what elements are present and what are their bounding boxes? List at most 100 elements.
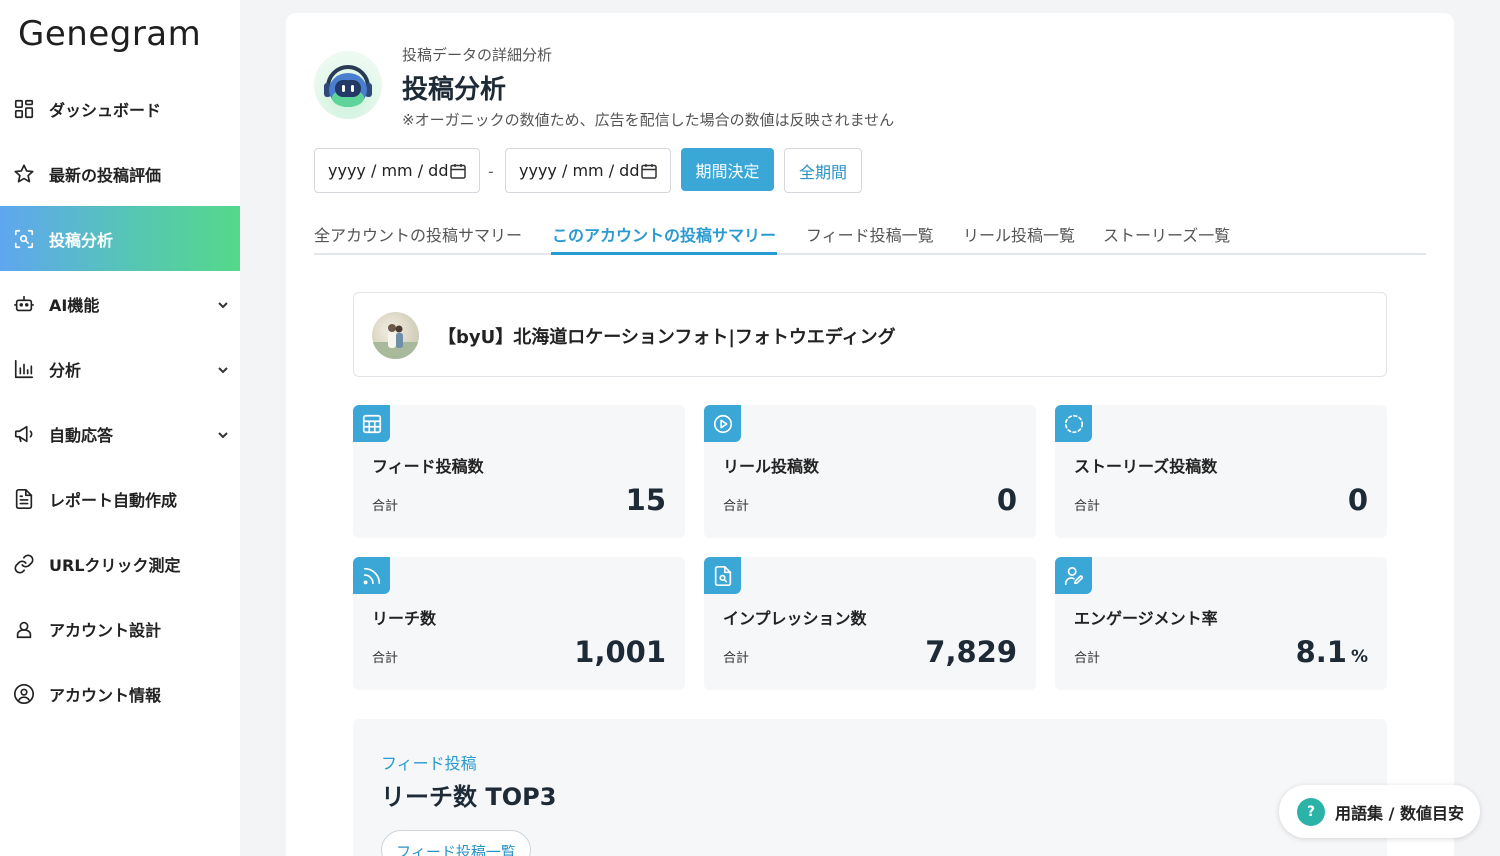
app-logo[interactable]: Genegram <box>18 14 201 54</box>
sidebar-item-label: アカウント情報 <box>49 685 162 705</box>
sidebar-item-label: 投稿分析 <box>49 230 114 250</box>
page-subtitle: 投稿データの詳細分析 <box>402 46 553 64</box>
stat-label: 合計 <box>723 499 750 514</box>
stat-value: 15 <box>626 483 666 517</box>
feed-posts-list-button[interactable]: フィード投稿一覧 <box>381 830 531 856</box>
page-note: ※オーガニックの数値ため、広告を配信した場合の数値は反映されません <box>402 111 895 129</box>
couple-photo-icon <box>372 324 419 359</box>
start-date-placeholder: yyyy / mm / dd <box>328 161 449 180</box>
page-title: 投稿分析 <box>402 75 507 105</box>
sidebar-item-auto-reply[interactable]: 自動応答 <box>0 401 240 466</box>
sidebar-item-label: 自動応答 <box>49 425 114 445</box>
sidebar-item-account-info[interactable]: アカウント情報 <box>0 661 240 726</box>
user-pin-icon <box>12 617 36 641</box>
stat-number: 0 <box>1347 483 1368 517</box>
end-date-input[interactable]: yyyy / mm / dd <box>505 148 671 193</box>
robot-mascot-icon <box>324 65 372 107</box>
stat-label: 合計 <box>723 651 750 666</box>
grid-icon <box>12 97 36 121</box>
sidebar-item-ai[interactable]: AI機能 <box>0 271 240 336</box>
sidebar-item-label: 分析 <box>49 360 82 380</box>
main-panel: 投稿データの詳細分析 投稿分析 ※オーガニックの数値ため、広告を配信した場合の数… <box>286 13 1454 856</box>
tab-feed-posts[interactable]: フィード投稿一覧 <box>806 222 934 246</box>
stat-value: 1,001 <box>574 635 666 669</box>
sidebar-item-analytics[interactable]: 分析 <box>0 336 240 401</box>
sidebar-item-dashboard[interactable]: ダッシュボード <box>0 76 240 141</box>
user-pen-icon <box>1055 557 1092 594</box>
tab-stories[interactable]: ストーリーズ一覧 <box>1103 222 1230 246</box>
stat-card-feed-posts: フィード投稿数 合計 15 <box>353 405 685 538</box>
stat-number: 0 <box>996 483 1017 517</box>
sidebar-item-label: 最新の投稿評価 <box>49 165 162 185</box>
file-search-icon <box>704 557 741 594</box>
play-circle-icon <box>704 405 741 442</box>
robot-icon <box>12 292 36 316</box>
stat-unit: % <box>1350 647 1368 667</box>
stat-number: 7,829 <box>925 635 1017 669</box>
calendar-icon[interactable] <box>449 162 467 180</box>
stat-value: 7,829 <box>925 635 1017 669</box>
all-period-button[interactable]: 全期間 <box>784 148 862 193</box>
megaphone-icon <box>12 422 36 446</box>
stat-title: ストーリーズ投稿数 <box>1074 457 1218 476</box>
active-tab-indicator <box>551 252 777 255</box>
question-icon: ? <box>1297 797 1325 826</box>
sidebar-item-label: ダッシュボード <box>49 100 162 120</box>
calendar-icon[interactable] <box>640 162 658 180</box>
help-label: 用語集 / 数値目安 <box>1335 803 1464 823</box>
sidebar-item-post-analysis[interactable]: 投稿分析 <box>0 206 240 271</box>
sidebar-item-label: URLクリック測定 <box>49 555 181 575</box>
stat-card-engagement-rate: エンゲージメント率 合計 8.1% <box>1055 557 1387 690</box>
sidebar: Genegram ダッシュボード 最新の投稿評価 投稿分析 AI機能 分析 自動… <box>0 0 240 856</box>
sidebar-item-label: レポート自動作成 <box>49 490 178 510</box>
table-icon <box>353 405 390 442</box>
dashed-circle-icon <box>1055 405 1092 442</box>
section-title: リーチ数 TOP3 <box>381 783 557 811</box>
stat-label: 合計 <box>372 499 399 514</box>
stat-number: 15 <box>625 483 666 517</box>
stat-title: インプレッション数 <box>723 609 867 628</box>
stat-label: 合計 <box>1074 499 1101 514</box>
user-circle-icon <box>12 682 36 706</box>
stat-title: リール投稿数 <box>723 457 820 476</box>
tab-reel-posts[interactable]: リール投稿一覧 <box>963 222 1075 246</box>
stat-card-impressions: インプレッション数 合計 7,829 <box>704 557 1036 690</box>
document-icon <box>12 487 36 511</box>
sidebar-item-url-click[interactable]: URLクリック測定 <box>0 531 240 596</box>
chevron-down-icon[interactable] <box>216 427 230 441</box>
sidebar-item-latest-evaluation[interactable]: 最新の投稿評価 <box>0 141 240 206</box>
link-icon <box>12 552 36 576</box>
account-name: 【byU】北海道ロケーションフォト|フォトウエディング <box>438 327 896 348</box>
sidebar-item-auto-report[interactable]: レポート自動作成 <box>0 466 240 531</box>
apply-period-button[interactable]: 期間決定 <box>681 148 774 191</box>
mascot-avatar <box>314 51 382 119</box>
star-icon <box>12 162 36 186</box>
scan-search-icon <box>12 227 36 251</box>
stat-value: 8.1% <box>1296 635 1368 669</box>
bar-chart-icon <box>12 357 36 381</box>
sidebar-nav: ダッシュボード 最新の投稿評価 投稿分析 AI機能 分析 自動応答 レポート自動… <box>0 76 240 726</box>
sidebar-item-label: AI機能 <box>49 295 100 315</box>
section-kicker: フィード投稿 <box>381 754 477 773</box>
reach-top3-section: フィード投稿 リーチ数 TOP3 フィード投稿一覧 <box>353 719 1387 856</box>
start-date-input[interactable]: yyyy / mm / dd <box>314 148 480 193</box>
rss-icon <box>353 557 390 594</box>
stat-value: 0 <box>997 483 1017 517</box>
stat-title: フィード投稿数 <box>372 457 484 476</box>
tab-this-account-summary[interactable]: このアカウントの投稿サマリー <box>552 222 776 246</box>
sidebar-item-account-design[interactable]: アカウント設計 <box>0 596 240 661</box>
stat-value: 0 <box>1348 483 1368 517</box>
stat-card-story-posts: ストーリーズ投稿数 合計 0 <box>1055 405 1387 538</box>
stat-label: 合計 <box>372 651 399 666</box>
chevron-down-icon[interactable] <box>216 297 230 311</box>
stat-label: 合計 <box>1074 651 1101 666</box>
tab-bar: 全アカウントの投稿サマリー このアカウントの投稿サマリー フィード投稿一覧 リー… <box>314 218 1426 255</box>
end-date-placeholder: yyyy / mm / dd <box>519 161 640 180</box>
date-separator: - <box>488 162 494 181</box>
stat-title: エンゲージメント率 <box>1074 609 1218 628</box>
stat-card-reel-posts: リール投稿数 合計 0 <box>704 405 1036 538</box>
glossary-help-button[interactable]: ? 用語集 / 数値目安 <box>1279 785 1480 838</box>
tab-all-accounts-summary[interactable]: 全アカウントの投稿サマリー <box>314 222 522 246</box>
chevron-down-icon[interactable] <box>216 362 230 376</box>
stat-title: リーチ数 <box>372 609 437 628</box>
